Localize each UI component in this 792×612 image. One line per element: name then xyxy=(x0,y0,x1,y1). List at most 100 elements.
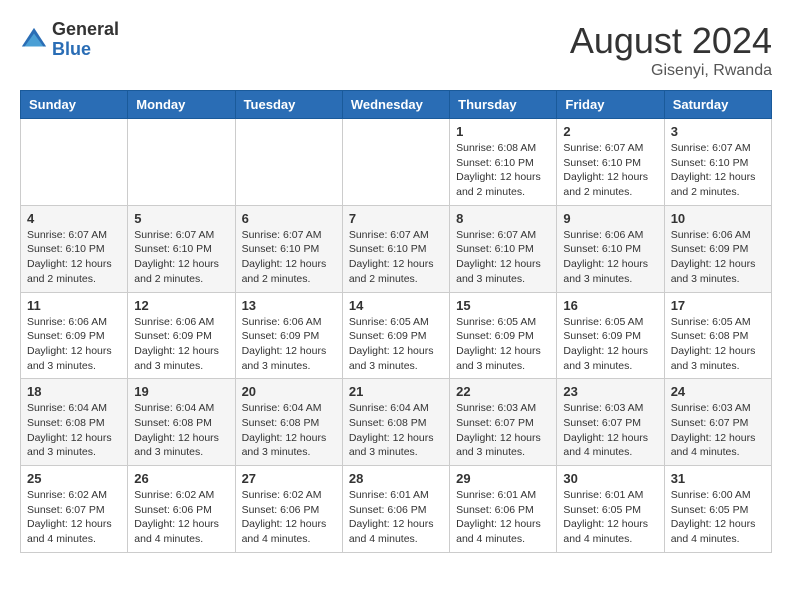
logo-blue: Blue xyxy=(52,40,119,60)
day-number: 26 xyxy=(134,471,228,486)
col-saturday: Saturday xyxy=(664,91,771,119)
col-tuesday: Tuesday xyxy=(235,91,342,119)
table-row: 10 Sunrise: 6:06 AMSunset: 6:09 PMDayligh… xyxy=(664,205,771,292)
day-info: Sunrise: 6:07 AMSunset: 6:10 PMDaylight:… xyxy=(134,228,228,287)
table-row: 30Sunrise: 6:01 AMSunset: 6:05 PMDayligh… xyxy=(557,466,664,553)
day-info: Sunrise: 6:01 AMSunset: 6:06 PMDaylight:… xyxy=(456,488,550,547)
table-row: 4Sunrise: 6:07 AMSunset: 6:10 PMDaylight… xyxy=(21,205,128,292)
logo: General Blue xyxy=(20,20,119,60)
day-info: Sunrise: 6:04 AMSunset: 6:08 PMDaylight:… xyxy=(242,401,336,460)
day-info: Sunrise: 6:03 AMSunset: 6:07 PMDaylight:… xyxy=(563,401,657,460)
day-number: 24 xyxy=(671,384,765,399)
table-row: 15 Sunrise: 6:05 AMSunset: 6:09 PMDayligh… xyxy=(450,292,557,379)
day-number: 28 xyxy=(349,471,443,486)
table-row xyxy=(235,119,342,206)
day-info: Sunrise: 6:07 AMSunset: 6:10 PMDaylight:… xyxy=(563,141,657,200)
table-row: 17 Sunrise: 6:05 AMSunset: 6:08 PMDayligh… xyxy=(664,292,771,379)
day-info: Sunrise: 6:02 AMSunset: 6:06 PMDaylight:… xyxy=(242,488,336,547)
day-number: 31 xyxy=(671,471,765,486)
day-info: Sunrise: 6:01 AMSunset: 6:05 PMDaylight:… xyxy=(563,488,657,547)
logo-text: General Blue xyxy=(52,20,119,60)
title-block: August 2024 Gisenyi, Rwanda xyxy=(570,20,772,80)
day-number: 1 xyxy=(456,124,550,139)
table-row xyxy=(21,119,128,206)
day-info: Sunrise: 6:03 AMSunset: 6:07 PMDaylight:… xyxy=(456,401,550,460)
calendar-header-row: Sunday Monday Tuesday Wednesday Thursday… xyxy=(21,91,772,119)
table-row: 6Sunrise: 6:07 AMSunset: 6:10 PMDaylight… xyxy=(235,205,342,292)
day-info: Sunrise: 6:06 AMSunset: 6:09 PMDaylight:… xyxy=(27,315,121,374)
day-number: 21 xyxy=(349,384,443,399)
page-header: General Blue August 2024 Gisenyi, Rwanda xyxy=(20,20,772,80)
col-thursday: Thursday xyxy=(450,91,557,119)
day-info: Sunrise: 6:06 AMSunset: 6:09 PMDaylight:… xyxy=(671,228,765,287)
day-number: 22 xyxy=(456,384,550,399)
col-friday: Friday xyxy=(557,91,664,119)
day-number: 14 xyxy=(349,298,443,313)
day-info: Sunrise: 6:06 AMSunset: 6:09 PMDaylight:… xyxy=(242,315,336,374)
day-number: 15 xyxy=(456,298,550,313)
table-row: 25 Sunrise: 6:02 AMSunset: 6:07 PMDayligh… xyxy=(21,466,128,553)
day-info: Sunrise: 6:07 AMSunset: 6:10 PMDaylight:… xyxy=(349,228,443,287)
month-title: August 2024 xyxy=(570,20,772,62)
week-row-4: 25 Sunrise: 6:02 AMSunset: 6:07 PMDayligh… xyxy=(21,466,772,553)
day-number: 17 xyxy=(671,298,765,313)
day-info: Sunrise: 6:04 AMSunset: 6:08 PMDaylight:… xyxy=(134,401,228,460)
table-row: 18 Sunrise: 6:04 AMSunset: 6:08 PMDayligh… xyxy=(21,379,128,466)
logo-icon xyxy=(20,26,48,54)
day-number: 16 xyxy=(563,298,657,313)
day-info: Sunrise: 6:05 AMSunset: 6:09 PMDaylight:… xyxy=(456,315,550,374)
table-row: 5 Sunrise: 6:07 AMSunset: 6:10 PMDaylight… xyxy=(128,205,235,292)
table-row: 26Sunrise: 6:02 AMSunset: 6:06 PMDayligh… xyxy=(128,466,235,553)
day-number: 9 xyxy=(563,211,657,226)
table-row: 24Sunrise: 6:03 AMSunset: 6:07 PMDayligh… xyxy=(664,379,771,466)
table-row: 19 Sunrise: 6:04 AMSunset: 6:08 PMDayligh… xyxy=(128,379,235,466)
col-monday: Monday xyxy=(128,91,235,119)
day-info: Sunrise: 6:04 AMSunset: 6:08 PMDaylight:… xyxy=(27,401,121,460)
day-number: 20 xyxy=(242,384,336,399)
day-number: 19 xyxy=(134,384,228,399)
day-info: Sunrise: 6:08 AMSunset: 6:10 PMDaylight:… xyxy=(456,141,550,200)
day-number: 2 xyxy=(563,124,657,139)
day-info: Sunrise: 6:02 AMSunset: 6:07 PMDaylight:… xyxy=(27,488,121,547)
day-number: 23 xyxy=(563,384,657,399)
day-info: Sunrise: 6:06 AMSunset: 6:10 PMDaylight:… xyxy=(563,228,657,287)
table-row: 12 Sunrise: 6:06 AMSunset: 6:09 PMDayligh… xyxy=(128,292,235,379)
table-row: 23 Sunrise: 6:03 AMSunset: 6:07 PMDayligh… xyxy=(557,379,664,466)
week-row-0: 1 Sunrise: 6:08 AMSunset: 6:10 PMDaylight… xyxy=(21,119,772,206)
day-number: 7 xyxy=(349,211,443,226)
day-info: Sunrise: 6:05 AMSunset: 6:09 PMDaylight:… xyxy=(349,315,443,374)
col-sunday: Sunday xyxy=(21,91,128,119)
table-row: 22 Sunrise: 6:03 AMSunset: 6:07 PMDayligh… xyxy=(450,379,557,466)
day-info: Sunrise: 6:05 AMSunset: 6:08 PMDaylight:… xyxy=(671,315,765,374)
week-row-1: 4Sunrise: 6:07 AMSunset: 6:10 PMDaylight… xyxy=(21,205,772,292)
day-info: Sunrise: 6:01 AMSunset: 6:06 PMDaylight:… xyxy=(349,488,443,547)
table-row xyxy=(128,119,235,206)
day-number: 27 xyxy=(242,471,336,486)
logo-general: General xyxy=(52,20,119,40)
day-info: Sunrise: 6:06 AMSunset: 6:09 PMDaylight:… xyxy=(134,315,228,374)
day-info: Sunrise: 6:00 AMSunset: 6:05 PMDaylight:… xyxy=(671,488,765,547)
day-number: 5 xyxy=(134,211,228,226)
table-row: 14 Sunrise: 6:05 AMSunset: 6:09 PMDayligh… xyxy=(342,292,449,379)
table-row: 3 Sunrise: 6:07 AMSunset: 6:10 PMDaylight… xyxy=(664,119,771,206)
day-info: Sunrise: 6:05 AMSunset: 6:09 PMDaylight:… xyxy=(563,315,657,374)
table-row: 27 Sunrise: 6:02 AMSunset: 6:06 PMDayligh… xyxy=(235,466,342,553)
day-number: 10 xyxy=(671,211,765,226)
table-row: 20 Sunrise: 6:04 AMSunset: 6:08 PMDayligh… xyxy=(235,379,342,466)
table-row: 2 Sunrise: 6:07 AMSunset: 6:10 PMDaylight… xyxy=(557,119,664,206)
day-number: 12 xyxy=(134,298,228,313)
table-row: 1 Sunrise: 6:08 AMSunset: 6:10 PMDaylight… xyxy=(450,119,557,206)
day-info: Sunrise: 6:07 AMSunset: 6:10 PMDaylight:… xyxy=(242,228,336,287)
day-number: 18 xyxy=(27,384,121,399)
table-row: 11Sunrise: 6:06 AMSunset: 6:09 PMDayligh… xyxy=(21,292,128,379)
day-number: 8 xyxy=(456,211,550,226)
table-row: 31 Sunrise: 6:00 AMSunset: 6:05 PMDayligh… xyxy=(664,466,771,553)
table-row: 28 Sunrise: 6:01 AMSunset: 6:06 PMDayligh… xyxy=(342,466,449,553)
table-row: 29Sunrise: 6:01 AMSunset: 6:06 PMDayligh… xyxy=(450,466,557,553)
table-row xyxy=(342,119,449,206)
day-number: 3 xyxy=(671,124,765,139)
day-number: 25 xyxy=(27,471,121,486)
day-number: 13 xyxy=(242,298,336,313)
day-info: Sunrise: 6:07 AMSunset: 6:10 PMDaylight:… xyxy=(27,228,121,287)
day-info: Sunrise: 6:07 AMSunset: 6:10 PMDaylight:… xyxy=(671,141,765,200)
